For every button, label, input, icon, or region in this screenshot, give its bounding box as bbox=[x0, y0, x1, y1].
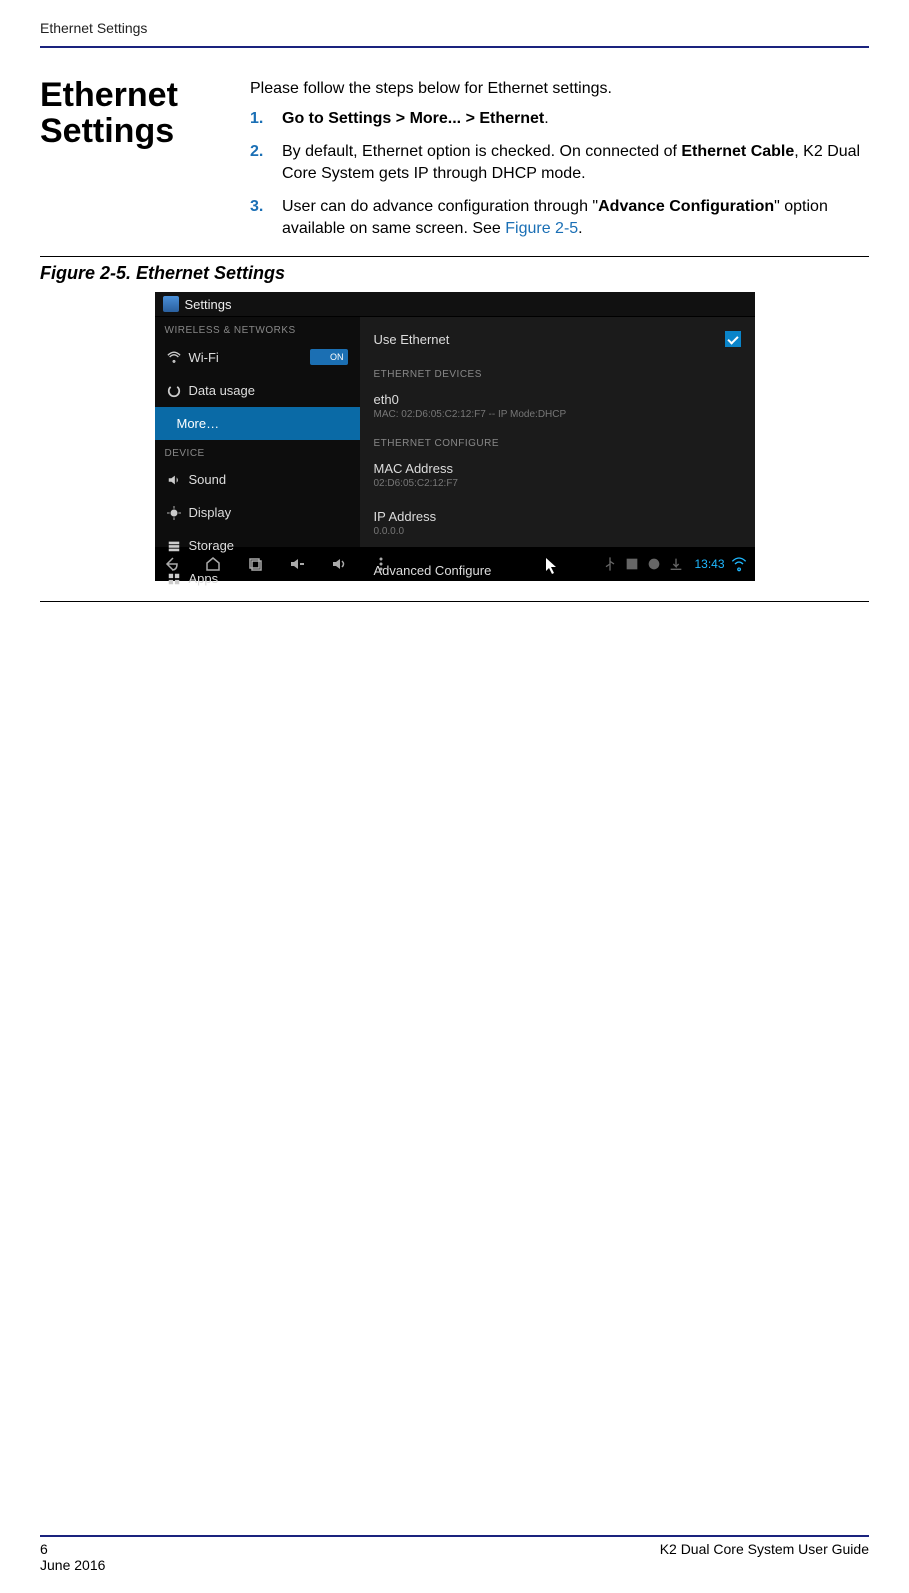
body-content: Please follow the steps below for Ethern… bbox=[250, 78, 869, 250]
step-1-bold: Go to Settings > More... > Ethernet bbox=[282, 110, 544, 127]
step-number: 3. bbox=[250, 196, 270, 241]
home-icon[interactable] bbox=[205, 556, 221, 572]
apps-icon bbox=[167, 572, 181, 586]
wifi-icon bbox=[167, 350, 181, 364]
page-number: 6 bbox=[40, 1541, 105, 1557]
footer-date: June 2016 bbox=[40, 1557, 105, 1573]
footer-rule bbox=[40, 1535, 869, 1537]
step-number: 1. bbox=[250, 108, 270, 130]
usb-status-icon bbox=[602, 556, 618, 572]
data-usage-icon bbox=[167, 384, 181, 398]
sidebar-item-display[interactable]: Display bbox=[155, 496, 360, 529]
sidebar-storage-label: Storage bbox=[189, 538, 235, 553]
figure-caption: Figure 2-5. Ethernet Settings bbox=[40, 263, 869, 284]
window-title: Settings bbox=[185, 297, 232, 312]
use-ethernet-row[interactable]: Use Ethernet bbox=[360, 317, 755, 361]
display-icon bbox=[167, 506, 181, 520]
menu-icon[interactable] bbox=[373, 556, 389, 572]
step-2-bold: Ethernet Cable bbox=[681, 143, 794, 160]
sd-status-icon bbox=[624, 556, 640, 572]
ethernet-devices-header: ETHERNET DEVICES bbox=[360, 361, 755, 382]
page-footer: 6 June 2016 K2 Dual Core System User Gui… bbox=[40, 1541, 869, 1573]
figure-screenshot: Settings WIRELESS & NETWORKS Wi-Fi ON bbox=[40, 292, 869, 581]
sidebar-item-sound[interactable]: Sound bbox=[155, 463, 360, 496]
section-heading: Ethernet Settings bbox=[40, 78, 210, 250]
sidebar-data-usage-label: Data usage bbox=[189, 383, 256, 398]
eth0-row[interactable]: eth0 bbox=[360, 382, 755, 409]
volume-up-icon[interactable] bbox=[331, 556, 347, 572]
mac-address-row: MAC Address bbox=[360, 451, 755, 478]
download-status-icon bbox=[668, 556, 684, 572]
ethernet-configure-header: ETHERNET CONFIGURE bbox=[360, 430, 755, 451]
header-rule bbox=[40, 46, 869, 48]
figure-rule-bottom bbox=[40, 601, 869, 602]
sidebar-item-more[interactable]: More… bbox=[155, 407, 360, 440]
ip-address-value: 0.0.0.0 bbox=[360, 526, 755, 547]
mac-address-value: 02:D6:05:C2:12:F7 bbox=[360, 478, 755, 499]
advanced-configure-label: Advanced Configure bbox=[374, 563, 492, 578]
step-3-a: User can do advance configuration throug… bbox=[282, 198, 598, 215]
sidebar-wifi-label: Wi-Fi bbox=[189, 350, 219, 365]
settings-app-icon bbox=[163, 296, 179, 312]
step-number: 2. bbox=[250, 141, 270, 186]
intro-text: Please follow the steps below for Ethern… bbox=[250, 78, 869, 100]
volume-down-icon[interactable] bbox=[289, 556, 305, 572]
use-ethernet-label: Use Ethernet bbox=[374, 332, 450, 347]
window-title-bar: Settings bbox=[155, 292, 755, 317]
step-2-a: By default, Ethernet option is checked. … bbox=[282, 143, 681, 160]
sidebar-item-wifi[interactable]: Wi-Fi ON bbox=[155, 340, 360, 374]
category-device: DEVICE bbox=[155, 440, 360, 463]
step-3-bold: Advance Configuration bbox=[598, 198, 774, 215]
category-wireless: WIRELESS & NETWORKS bbox=[155, 317, 360, 340]
figure-cross-ref[interactable]: Figure 2-5 bbox=[505, 220, 578, 237]
step-text: By default, Ethernet option is checked. … bbox=[282, 141, 869, 186]
use-ethernet-checkbox-icon[interactable] bbox=[725, 331, 741, 347]
step-3: 3. User can do advance configuration thr… bbox=[250, 196, 869, 241]
ip-address-row: IP Address bbox=[360, 499, 755, 526]
settings-main-pane: Use Ethernet ETHERNET DEVICES eth0 MAC: … bbox=[360, 317, 755, 547]
wifi-toggle[interactable]: ON bbox=[310, 349, 348, 365]
sidebar-item-data-usage[interactable]: Data usage bbox=[155, 374, 360, 407]
figure-rule-top bbox=[40, 256, 869, 257]
sidebar-display-label: Display bbox=[189, 505, 232, 520]
sidebar-more-label: More… bbox=[177, 416, 220, 431]
settings-sidebar: WIRELESS & NETWORKS Wi-Fi ON Data usage bbox=[155, 317, 360, 547]
step-1: 1. Go to Settings > More... > Ethernet. bbox=[250, 108, 869, 130]
running-header: Ethernet Settings bbox=[40, 20, 869, 42]
step-text: Go to Settings > More... > Ethernet. bbox=[282, 108, 869, 130]
recent-apps-icon[interactable] bbox=[247, 556, 263, 572]
step-text: User can do advance configuration throug… bbox=[282, 196, 869, 241]
back-icon[interactable] bbox=[163, 556, 179, 572]
sidebar-apps-label: Apps bbox=[189, 571, 219, 586]
step-2: 2. By default, Ethernet option is checke… bbox=[250, 141, 869, 186]
sound-icon bbox=[167, 473, 181, 487]
storage-icon bbox=[167, 539, 181, 553]
debug-status-icon bbox=[646, 556, 662, 572]
step-3-d: . bbox=[578, 220, 582, 237]
wifi-status-icon bbox=[731, 556, 747, 572]
mouse-cursor-icon bbox=[545, 557, 559, 575]
status-clock: 13:43 bbox=[694, 557, 724, 571]
sidebar-sound-label: Sound bbox=[189, 472, 227, 487]
eth0-details: MAC: 02:D6:05:C2:12:F7 -- IP Mode:DHCP bbox=[360, 409, 755, 430]
footer-doc-title: K2 Dual Core System User Guide bbox=[660, 1541, 869, 1573]
step-1-tail: . bbox=[544, 110, 548, 127]
